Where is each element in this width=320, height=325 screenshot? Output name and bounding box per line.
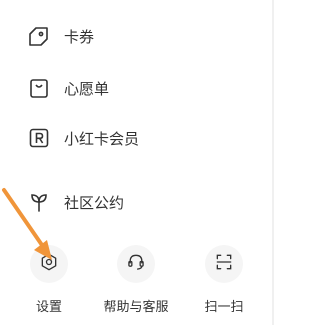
menu-item-community-guidelines[interactable]: 社区公约	[0, 180, 250, 224]
menu-item-label: 心愿单	[64, 79, 110, 98]
menu-item-label: 社区公约	[64, 193, 125, 212]
headset-icon	[126, 252, 146, 276]
settings-label: 设置	[35, 300, 62, 315]
menu-item-wishlist[interactable]: 心愿单	[0, 66, 250, 110]
menu-item-coupon[interactable]: 卡券	[0, 14, 250, 58]
help-label: 帮助与客服	[103, 300, 169, 315]
scan-button[interactable]: 扫一扫	[194, 245, 254, 315]
settings-button[interactable]: 设置	[19, 245, 79, 315]
wishlist-bag-icon	[27, 76, 51, 100]
scan-icon	[214, 252, 234, 276]
gear-icon	[39, 252, 59, 276]
panel-edge-divider	[272, 0, 274, 325]
menu-item-label: 小红卡会员	[64, 129, 140, 148]
settings-button-circle[interactable]	[30, 245, 68, 283]
scan-label: 扫一扫	[204, 300, 244, 315]
help-and-support-button[interactable]: 帮助与客服	[103, 245, 169, 315]
help-button-circle[interactable]	[117, 245, 155, 283]
menu-item-label: 卡券	[64, 27, 95, 46]
sprout-icon	[27, 190, 51, 214]
menu-item-member[interactable]: 小红卡会员	[0, 116, 250, 160]
member-card-icon	[27, 126, 51, 150]
scan-button-circle[interactable]	[205, 245, 243, 283]
coupon-icon	[27, 24, 51, 48]
